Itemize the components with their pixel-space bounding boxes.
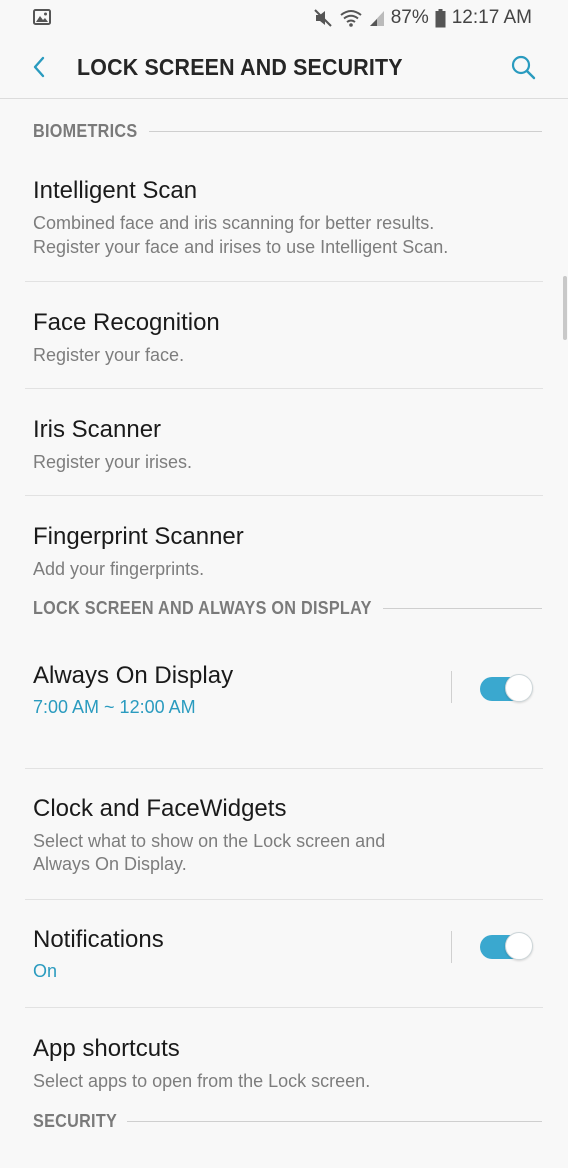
section-header-security: SECURITY [0,1111,568,1154]
item-subtitle: Always On Display. [33,854,187,874]
section-header-biometrics: BIOMETRICS [0,99,568,165]
section-header-label: LOCK SCREEN AND ALWAYS ON DISPLAY [33,598,372,618]
status-bar: 87% 12:17 AM [0,0,568,36]
signal-icon [369,9,385,27]
item-subtitle: Select apps to open from the Lock screen… [33,1071,371,1091]
wifi-icon [339,8,363,28]
list-item-fingerprint-scanner[interactable]: Fingerprint Scanner Add your fingerprint… [25,496,543,603]
item-subtitle: Add your fingerprints. [33,559,205,579]
search-button[interactable] [506,50,540,84]
battery-percent: 87% [390,7,429,28]
section-header-lock-screen: LOCK SCREEN AND ALWAYS ON DISPLAY [0,598,568,641]
item-title: Notifications [33,926,164,953]
screen: 87% 12:17 AM LOCK SCREEN AND SECURITY BI… [0,0,568,1168]
list-item-clock-facewidgets[interactable]: Clock and FaceWidgets Select what to sho… [25,769,543,900]
divider [451,931,452,963]
item-title: Fingerprint Scanner [33,523,244,550]
item-title: App shortcuts [33,1035,180,1062]
item-subtitle: Register your face and irises to use Int… [33,237,449,257]
list-item-always-on-display[interactable]: Always On Display 7:00 AM ~ 12:00 AM [25,641,543,769]
list-item-notifications[interactable]: Notifications On [25,900,543,1008]
chevron-left-icon [33,56,45,78]
item-subtitle: On [33,961,58,981]
scrollbar[interactable] [563,276,567,340]
list-item-app-shortcuts[interactable]: App shortcuts Select apps to open from t… [25,1008,543,1114]
item-subtitle: 7:00 AM ~ 12:00 AM [33,697,196,717]
item-title: Face Recognition [33,309,220,336]
battery-icon [435,8,446,28]
divider [127,1121,542,1122]
status-icons: 87% 12:17 AM [313,6,532,30]
item-title: Iris Scanner [33,416,162,443]
divider [451,671,452,703]
search-icon [511,55,536,80]
list-item-face-recognition[interactable]: Face Recognition Register your face. [25,282,543,389]
toggle-knob [505,932,533,960]
item-title: Intelligent Scan [33,177,198,204]
toggle-knob [505,674,533,702]
item-title: Clock and FaceWidgets [33,795,287,822]
clock: 12:17 AM [451,7,532,28]
divider [149,131,542,132]
toggle-area [442,641,533,768]
always-on-display-toggle[interactable] [480,674,533,702]
settings-list: BIOMETRICS Intelligent Scan Combined fac… [0,99,568,1154]
section-header-label: SECURITY [33,1111,118,1131]
page-title: LOCK SCREEN AND SECURITY [77,54,403,80]
section-header-label: BIOMETRICS [33,121,138,141]
mute-icon [313,8,333,28]
notifications-toggle[interactable] [480,932,533,960]
item-subtitle: Combined face and iris scanning for bett… [33,213,435,233]
item-title: Always On Display [33,662,234,689]
gallery-notification-icon [33,9,51,30]
toggle-area [442,900,533,1007]
item-subtitle: Register your irises. [33,452,193,472]
list-item-intelligent-scan[interactable]: Intelligent Scan Combined face and iris … [25,165,543,282]
list-item-iris-scanner[interactable]: Iris Scanner Register your irises. [25,389,543,496]
divider [383,608,542,609]
item-subtitle: Register your face. [33,345,185,365]
app-bar: LOCK SCREEN AND SECURITY [0,36,568,99]
back-button[interactable] [22,50,56,84]
item-subtitle: Select what to show on the Lock screen a… [33,831,386,851]
